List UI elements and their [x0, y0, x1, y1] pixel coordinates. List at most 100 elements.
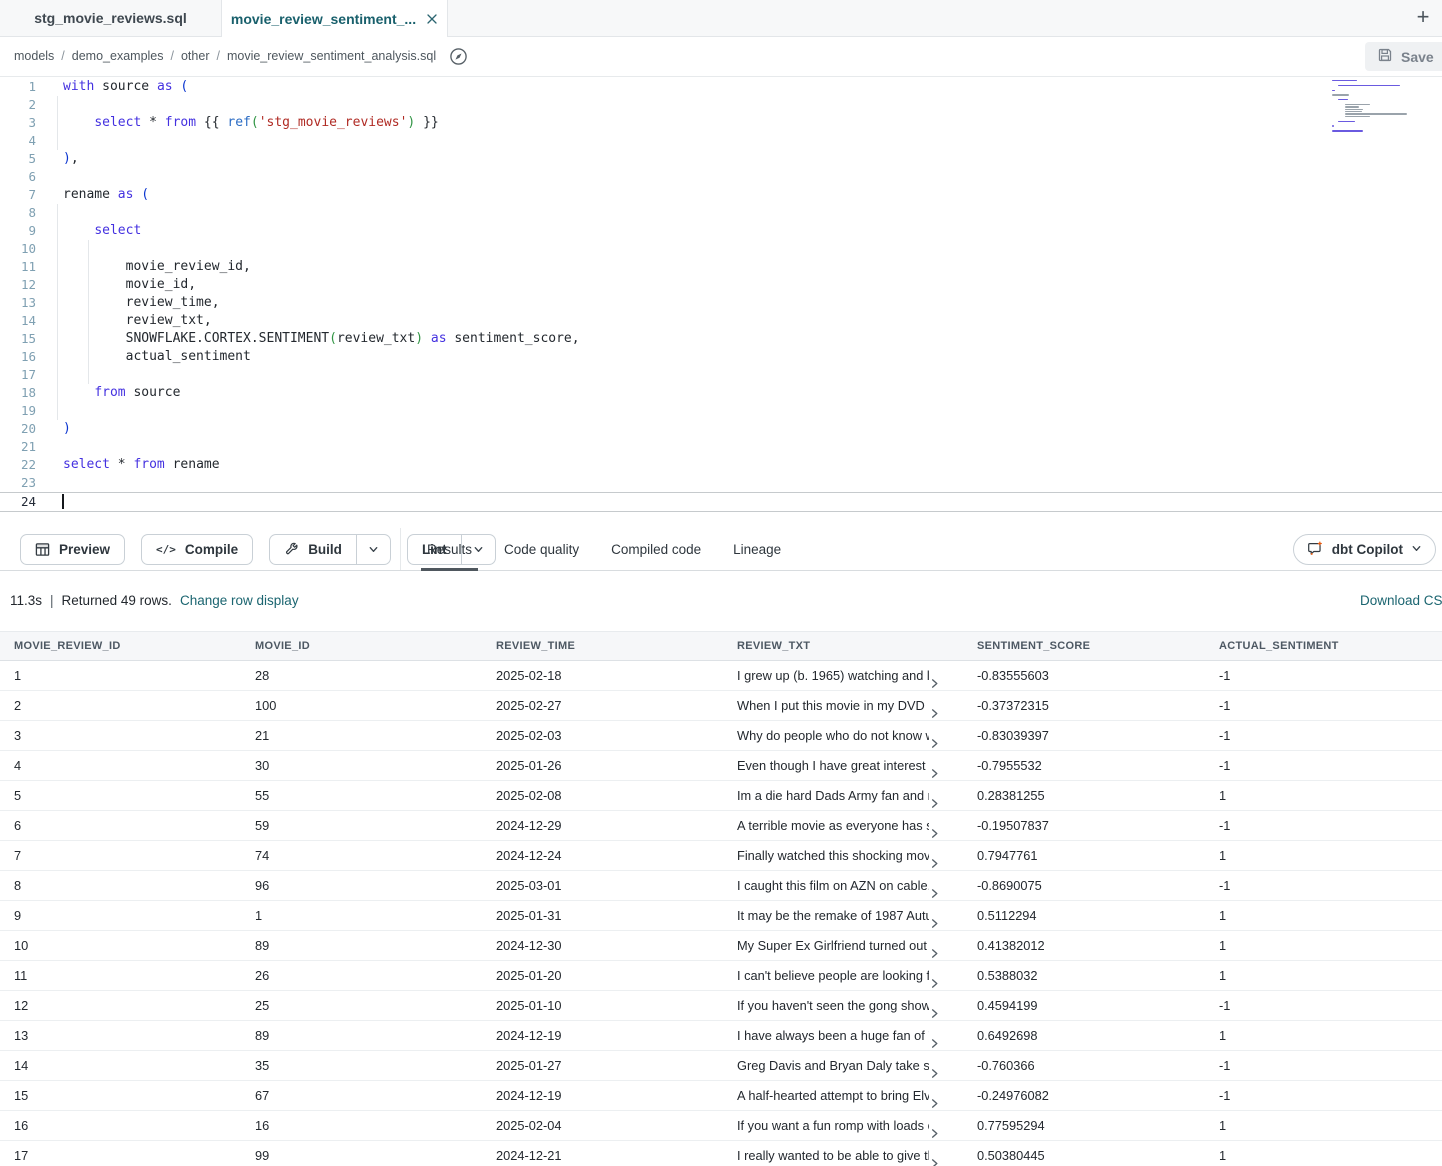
- code-line[interactable]: 9 select: [0, 222, 1442, 240]
- cell-review_txt: Finally watched this shocking movie la…: [723, 841, 963, 870]
- minimap-line: [1332, 90, 1335, 91]
- compile-button[interactable]: </>Compile: [141, 534, 253, 565]
- code-line[interactable]: 24: [0, 492, 1442, 512]
- expand-review-icon[interactable]: [929, 790, 940, 810]
- cell-movie_id: 25: [241, 991, 482, 1020]
- expand-review-icon[interactable]: [929, 940, 940, 960]
- expand-review-icon[interactable]: [929, 910, 940, 930]
- breadcrumb-segment[interactable]: other: [181, 49, 210, 63]
- review-text: A half-hearted attempt to bring Elvis P…: [737, 1081, 929, 1110]
- editor-minimap[interactable]: [1332, 80, 1404, 137]
- code-line[interactable]: 1with source as (: [0, 78, 1442, 96]
- file-tab-0[interactable]: stg_movie_reviews.sql: [0, 0, 222, 36]
- tab-results[interactable]: Results: [427, 528, 472, 571]
- expand-review-icon[interactable]: [929, 670, 940, 690]
- change-row-display-link[interactable]: Change row display: [180, 593, 299, 608]
- dbt-copilot-button[interactable]: dbt Copilot: [1293, 534, 1436, 565]
- column-header-sentiment_score[interactable]: SENTIMENT_SCORE: [963, 632, 1205, 660]
- cell-review_txt: When I put this movie in my DVD playe…: [723, 691, 963, 720]
- new-tab-button[interactable]: +: [1408, 2, 1438, 32]
- row-summary: Returned 49 rows.: [62, 593, 172, 608]
- build-button-main[interactable]: Build: [270, 535, 356, 564]
- code-token: (: [141, 187, 149, 202]
- compass-icon[interactable]: [449, 47, 468, 66]
- column-header-review_txt[interactable]: REVIEW_TXT: [723, 632, 963, 660]
- expand-review-icon[interactable]: [929, 1060, 940, 1080]
- minimap-line: [1338, 121, 1355, 122]
- expand-review-icon[interactable]: [929, 1150, 940, 1166]
- code-line[interactable]: 15 SNOWFLAKE.CORTEX.SENTIMENT(review_txt…: [0, 330, 1442, 348]
- compile-button-main[interactable]: </>Compile: [142, 535, 252, 564]
- code-line[interactable]: 14 review_txt,: [0, 312, 1442, 330]
- tab-lineage[interactable]: Lineage: [733, 528, 781, 571]
- cell-sentiment_score: 0.6492698: [963, 1021, 1205, 1050]
- cell-review_time: 2025-01-27: [482, 1051, 723, 1080]
- code-line[interactable]: 7rename as (: [0, 186, 1442, 204]
- download-csv-link[interactable]: Download CSV: [1360, 593, 1442, 608]
- code-token: *: [110, 457, 133, 472]
- tab-compiled-code[interactable]: Compiled code: [611, 528, 701, 571]
- tab-code-quality[interactable]: Code quality: [504, 528, 579, 571]
- expand-review-icon[interactable]: [929, 1120, 940, 1140]
- cell-review_time: 2024-12-29: [482, 811, 723, 840]
- code-line[interactable]: 22select * from rename: [0, 456, 1442, 474]
- sql-editor[interactable]: 1with source as (23 select * from {{ ref…: [0, 76, 1442, 528]
- expand-review-icon[interactable]: [929, 1090, 940, 1110]
- breadcrumb-segment[interactable]: demo_examples: [72, 49, 164, 63]
- save-button[interactable]: Save: [1365, 42, 1442, 71]
- code-line[interactable]: 18 from source: [0, 384, 1442, 402]
- build-dropdown-toggle[interactable]: [356, 535, 390, 564]
- expand-review-icon[interactable]: [929, 1030, 940, 1050]
- cell-movie_id: 28: [241, 661, 482, 690]
- code-line[interactable]: 16 actual_sentiment: [0, 348, 1442, 366]
- minimap-line: [1332, 94, 1349, 95]
- file-tab-1[interactable]: movie_review_sentiment_...: [222, 0, 448, 37]
- expand-review-icon[interactable]: [929, 970, 940, 990]
- code-line[interactable]: 19: [0, 402, 1442, 420]
- review-text: Why do people who do not know what…: [737, 721, 929, 750]
- code-line[interactable]: 5),: [0, 150, 1442, 168]
- expand-review-icon[interactable]: [929, 760, 940, 780]
- preview-button[interactable]: Preview: [20, 534, 125, 565]
- code-line[interactable]: 13 review_time,: [0, 294, 1442, 312]
- breadcrumb-segment[interactable]: movie_review_sentiment_analysis.sql: [227, 49, 436, 63]
- code-line[interactable]: 2: [0, 96, 1442, 114]
- column-header-actual_sentiment[interactable]: ACTUAL_SENTIMENT: [1205, 632, 1442, 660]
- expand-review-icon[interactable]: [929, 730, 940, 750]
- build-button[interactable]: Build: [269, 534, 391, 565]
- code-line[interactable]: 12 movie_id,: [0, 276, 1442, 294]
- code-line[interactable]: 8: [0, 204, 1442, 222]
- code-line[interactable]: 4: [0, 132, 1442, 150]
- code-line[interactable]: 6: [0, 168, 1442, 186]
- cell-movie_review_id: 17: [0, 1141, 241, 1166]
- breadcrumb-segment[interactable]: models: [14, 49, 54, 63]
- expand-review-icon[interactable]: [929, 850, 940, 870]
- cell-review_time: 2025-02-04: [482, 1111, 723, 1140]
- code-text: review_time,: [63, 294, 220, 312]
- review-text: I really wanted to be able to give this …: [737, 1141, 929, 1166]
- code-line[interactable]: 20): [0, 420, 1442, 438]
- close-icon[interactable]: [426, 13, 438, 25]
- cell-movie_review_id: 14: [0, 1051, 241, 1080]
- column-header-movie_review_id[interactable]: MOVIE_REVIEW_ID: [0, 632, 241, 660]
- code-token: select: [94, 115, 141, 130]
- expand-review-icon[interactable]: [929, 1000, 940, 1020]
- minimap-line: [1345, 104, 1370, 105]
- code-line[interactable]: 17: [0, 366, 1442, 384]
- code-token: (: [180, 79, 188, 94]
- code-line[interactable]: 23: [0, 474, 1442, 492]
- minimap-line: [1332, 128, 1404, 129]
- expand-review-icon[interactable]: [929, 700, 940, 720]
- code-line[interactable]: 21: [0, 438, 1442, 456]
- code-token: actual_sentiment: [63, 349, 251, 364]
- code-line[interactable]: 10: [0, 240, 1442, 258]
- preview-button-main[interactable]: Preview: [21, 535, 124, 564]
- expand-review-icon[interactable]: [929, 880, 940, 900]
- code-line[interactable]: 3 select * from {{ ref('stg_movie_review…: [0, 114, 1442, 132]
- column-header-review_time[interactable]: REVIEW_TIME: [482, 632, 723, 660]
- code-line[interactable]: 11 movie_review_id,: [0, 258, 1442, 276]
- expand-review-icon[interactable]: [929, 820, 940, 840]
- cell-movie_id: 59: [241, 811, 482, 840]
- review-text: I caught this film on AZN on cable. It s…: [737, 871, 929, 900]
- column-header-movie_id[interactable]: MOVIE_ID: [241, 632, 482, 660]
